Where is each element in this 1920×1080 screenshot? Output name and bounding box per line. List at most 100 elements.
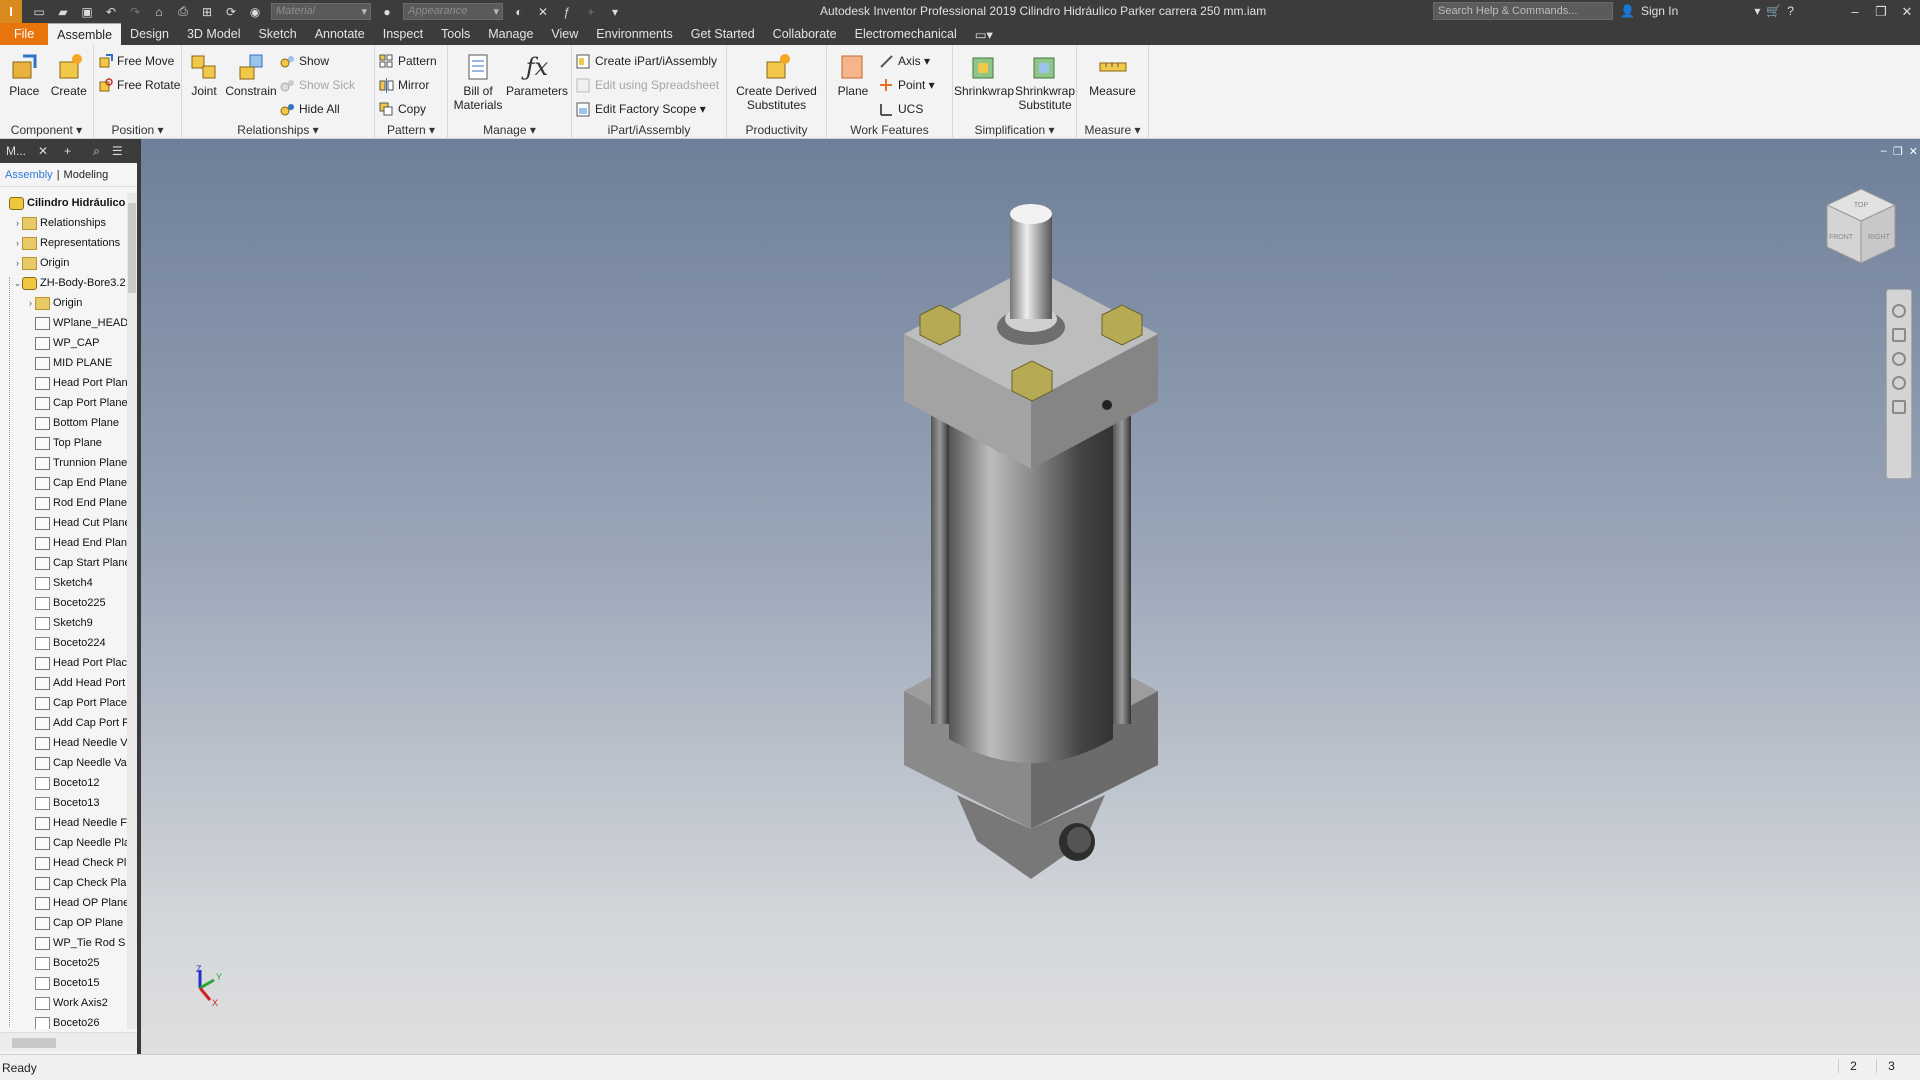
tab-view[interactable]: View [542, 23, 587, 45]
appearance-icon[interactable]: ● [376, 3, 398, 21]
tree-node[interactable]: Head Port Plane [26, 373, 127, 393]
tree-node[interactable]: › Representations [13, 233, 120, 253]
sign-in[interactable]: 👤 Sign In ▾ 🛒 ? [1620, 4, 1794, 18]
group-label-position[interactable]: Position ▾ [94, 123, 181, 137]
ribbon-options-icon[interactable]: ▭▾ [966, 23, 1002, 45]
group-label-simplification[interactable]: Simplification ▾ [953, 123, 1076, 137]
pan-icon[interactable] [1892, 328, 1906, 342]
tree-node[interactable]: Cap OP Plane [26, 913, 123, 933]
browser-add-icon[interactable]: + [58, 144, 77, 158]
undo-icon[interactable]: ↶ [100, 3, 122, 21]
viewcube[interactable]: TOP FRONT RIGHT [1823, 185, 1899, 267]
pattern-button[interactable]: Pattern [379, 51, 437, 71]
help-search-input[interactable]: Search Help & Commands... [1433, 2, 1613, 20]
tree-node[interactable]: Work Axis2 [26, 993, 108, 1013]
hydraulic-cylinder-model[interactable] [141, 139, 1920, 1054]
show-button[interactable]: Show [280, 51, 355, 71]
select-icon[interactable]: ⊞ [196, 3, 218, 21]
tab-collaborate[interactable]: Collaborate [764, 23, 846, 45]
tree-node[interactable]: Cilindro Hidráulico [0, 193, 125, 213]
close-icon[interactable]: ✕ [1894, 0, 1920, 23]
redo-icon[interactable]: ↷ [124, 3, 146, 21]
browser-horizontal-scrollbar[interactable] [0, 1032, 137, 1052]
mirror-button[interactable]: Mirror [379, 75, 437, 95]
tree-node[interactable]: Boceto26 [26, 1013, 99, 1029]
customize-icon[interactable]: ▾ [604, 3, 626, 21]
tree-node[interactable]: Rod End Plane [26, 493, 127, 513]
tree-node[interactable]: Boceto25 [26, 953, 99, 973]
save-icon[interactable]: ▣ [76, 3, 98, 21]
tree-node[interactable]: Cap End Plane [26, 473, 127, 493]
tab-tools[interactable]: Tools [432, 23, 479, 45]
graphics-viewport[interactable]: – ❐ ✕ TOP FRONT RIGHT Z Y X [141, 139, 1920, 1054]
tree-node[interactable]: Cap Port Plane [26, 393, 127, 413]
tree-node[interactable]: Cap Port Place [26, 693, 127, 713]
hscroll-thumb[interactable] [12, 1038, 56, 1048]
tree-expander-icon[interactable]: › [13, 218, 22, 228]
group-label-pattern[interactable]: Pattern ▾ [375, 123, 447, 137]
tree-expander-icon[interactable]: › [13, 258, 22, 268]
cart-icon[interactable]: 🛒 [1766, 4, 1781, 18]
tree-node[interactable]: › Relationships [13, 213, 106, 233]
tab-sketch[interactable]: Sketch [249, 23, 305, 45]
tree-node[interactable]: Cap Start Plane [26, 553, 127, 573]
help-icon[interactable]: ? [1787, 4, 1794, 18]
tab-assemble[interactable]: Assemble [48, 23, 122, 45]
tab-assembly-view[interactable]: Assembly [5, 169, 53, 181]
browser-search-icon[interactable]: ⌕ [87, 144, 106, 159]
tab-manage[interactable]: Manage [479, 23, 542, 45]
tree-node[interactable]: Sketch9 [26, 613, 93, 633]
tree-node[interactable]: Add Head Port [26, 673, 125, 693]
adjust-icon[interactable]: ◐ [508, 3, 530, 21]
axis-button[interactable]: Axis ▾ [879, 51, 935, 71]
tree-node[interactable]: › Origin [26, 293, 82, 313]
tree-node[interactable]: Boceto13 [26, 793, 99, 813]
tree-node[interactable]: WPlane_HEAD [26, 313, 127, 333]
tab-3d-model[interactable]: 3D Model [178, 23, 250, 45]
scroll-thumb[interactable] [128, 203, 136, 293]
browser-title[interactable]: M... [0, 144, 32, 158]
tree-node[interactable]: Head End Plane [26, 533, 127, 553]
tree-expander-icon[interactable]: ⌄ [13, 278, 22, 289]
tree-node[interactable]: WP_Tie Rod S [26, 933, 125, 953]
browser-menu-icon[interactable]: ☰ [106, 144, 129, 158]
print-icon[interactable]: ⎙ [172, 3, 194, 21]
group-label-manage[interactable]: Manage ▾ [448, 123, 571, 137]
tab-inspect[interactable]: Inspect [374, 23, 432, 45]
steering-wheel-icon[interactable] [1892, 304, 1906, 318]
tree-node[interactable]: Top Plane [26, 433, 102, 453]
create-ipart-button[interactable]: Create iPart/iAssembly [576, 51, 719, 71]
free-move-button[interactable]: Free Move [98, 51, 180, 71]
update-icon[interactable]: ⟳ [220, 3, 242, 21]
tree-node[interactable]: MID PLANE [26, 353, 112, 373]
material-combo[interactable]: Material [271, 3, 371, 20]
tab-electromechanical[interactable]: Electromechanical [846, 23, 966, 45]
tree-node[interactable]: Cap Needle Va [26, 753, 127, 773]
zoom-icon[interactable] [1892, 352, 1906, 366]
inventor-logo-icon[interactable]: I [0, 0, 22, 23]
restore-icon[interactable]: ❐ [1868, 0, 1894, 23]
show-sick-button[interactable]: Show Sick [280, 75, 355, 95]
hide-all-button[interactable]: Hide All [280, 99, 355, 119]
ucs-button[interactable]: UCS [879, 99, 935, 119]
tree-node[interactable]: › Origin [13, 253, 69, 273]
new-icon[interactable]: ▭ [28, 3, 50, 21]
tree-node[interactable]: Add Cap Port P [26, 713, 127, 733]
tree-node[interactable]: Boceto15 [26, 973, 99, 993]
tree-node[interactable]: Head Port Place [26, 653, 127, 673]
tree-node[interactable]: Trunnion Plane [26, 453, 127, 473]
edit-factory-scope-button[interactable]: Edit Factory Scope ▾ [576, 99, 719, 119]
look-at-icon[interactable] [1892, 400, 1906, 414]
sign-in-label[interactable]: Sign In [1641, 4, 1678, 18]
tree-node[interactable]: Boceto12 [26, 773, 99, 793]
home-icon[interactable]: ⌂ [148, 3, 170, 21]
edit-spreadsheet-button[interactable]: Edit using Spreadsheet [576, 75, 719, 95]
tree-expander-icon[interactable]: › [13, 238, 22, 248]
tree-expander-icon[interactable]: › [26, 298, 35, 308]
tab-design[interactable]: Design [121, 23, 178, 45]
open-icon[interactable]: ▰ [52, 3, 74, 21]
tree-node[interactable]: Cap Check Pla [26, 873, 126, 893]
group-label-measure[interactable]: Measure ▾ [1077, 123, 1148, 137]
orbit-icon[interactable] [1892, 376, 1906, 390]
tree-node[interactable]: Cap Needle Pla [26, 833, 127, 853]
